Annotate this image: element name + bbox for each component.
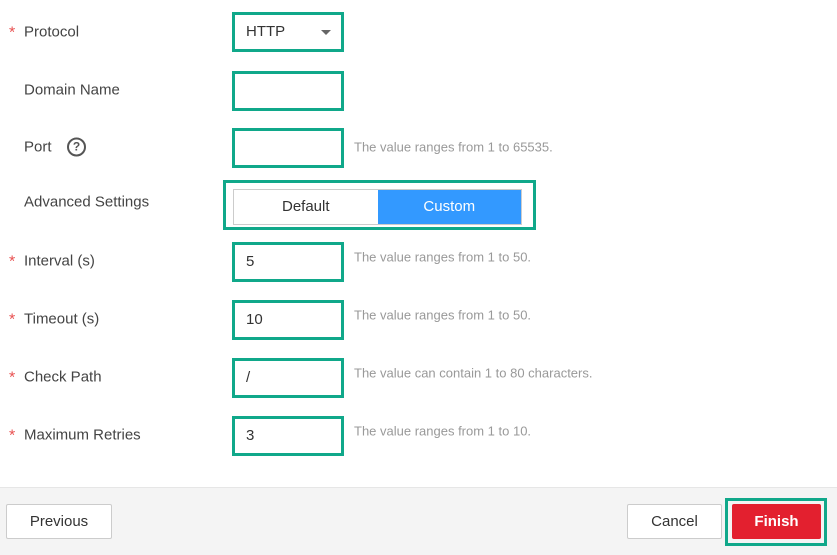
- protocol-select[interactable]: HTTP: [232, 12, 344, 52]
- advanced-label: Advanced Settings: [24, 193, 150, 211]
- retries-input[interactable]: 3: [232, 416, 344, 456]
- finish-button[interactable]: Finish: [732, 504, 821, 539]
- timeout-hint: The value ranges from 1 to 50.: [354, 307, 532, 323]
- caret-down-icon: [321, 30, 331, 35]
- default-option[interactable]: Default: [234, 190, 378, 224]
- interval-input[interactable]: 5: [232, 242, 344, 282]
- port-input[interactable]: [232, 128, 344, 168]
- custom-option[interactable]: Custom: [377, 190, 521, 224]
- path-label: Check Path: [24, 368, 102, 386]
- port-label: Port: [24, 138, 52, 156]
- timeout-label: Timeout (s): [24, 310, 100, 328]
- previous-button[interactable]: Previous: [6, 504, 112, 539]
- footer: Previous Cancel Finish: [0, 487, 837, 555]
- timeout-input[interactable]: 10: [232, 300, 344, 340]
- interval-label: Interval (s): [24, 252, 95, 270]
- domain-row: Domain Name: [0, 70, 837, 111]
- interval-value: 5: [246, 253, 255, 270]
- path-hint: The value can contain 1 to 80 characters…: [354, 365, 593, 381]
- domain-input[interactable]: [232, 71, 344, 111]
- retries-label: Maximum Retries: [24, 426, 141, 444]
- required-mark: *: [9, 311, 16, 329]
- interval-hint: The value ranges from 1 to 50.: [354, 249, 532, 265]
- required-mark: *: [9, 369, 16, 387]
- protocol-value: HTTP: [246, 23, 286, 40]
- port-hint: The value ranges from 1 to 65535.: [354, 139, 553, 155]
- retries-hint: The value ranges from 1 to 10.: [354, 423, 532, 439]
- path-input[interactable]: /: [232, 358, 344, 398]
- port-row: Port ? The value ranges from 1 to 65535.: [0, 127, 837, 168]
- domain-label: Domain Name: [24, 81, 120, 99]
- required-mark: *: [9, 427, 16, 445]
- timeout-value: 10: [246, 311, 263, 328]
- protocol-label: Protocol: [24, 23, 80, 41]
- path-row: * Check Path / The value can contain 1 t…: [0, 357, 837, 398]
- path-value: /: [246, 369, 251, 386]
- interval-row: * Interval (s) 5 The value ranges from 1…: [0, 241, 837, 282]
- required-mark: *: [9, 24, 16, 42]
- advanced-row: Advanced Settings Default Custom: [0, 180, 837, 230]
- help-icon[interactable]: ?: [67, 137, 86, 157]
- retries-value: 3: [246, 427, 255, 444]
- protocol-row: * Protocol HTTP: [0, 12, 837, 52]
- retries-row: * Maximum Retries 3 The value ranges fro…: [0, 415, 837, 456]
- cancel-button[interactable]: Cancel: [627, 504, 722, 539]
- advanced-toggle: Default Custom: [223, 180, 536, 230]
- timeout-row: * Timeout (s) 10 The value ranges from 1…: [0, 299, 837, 340]
- required-mark: *: [9, 253, 16, 271]
